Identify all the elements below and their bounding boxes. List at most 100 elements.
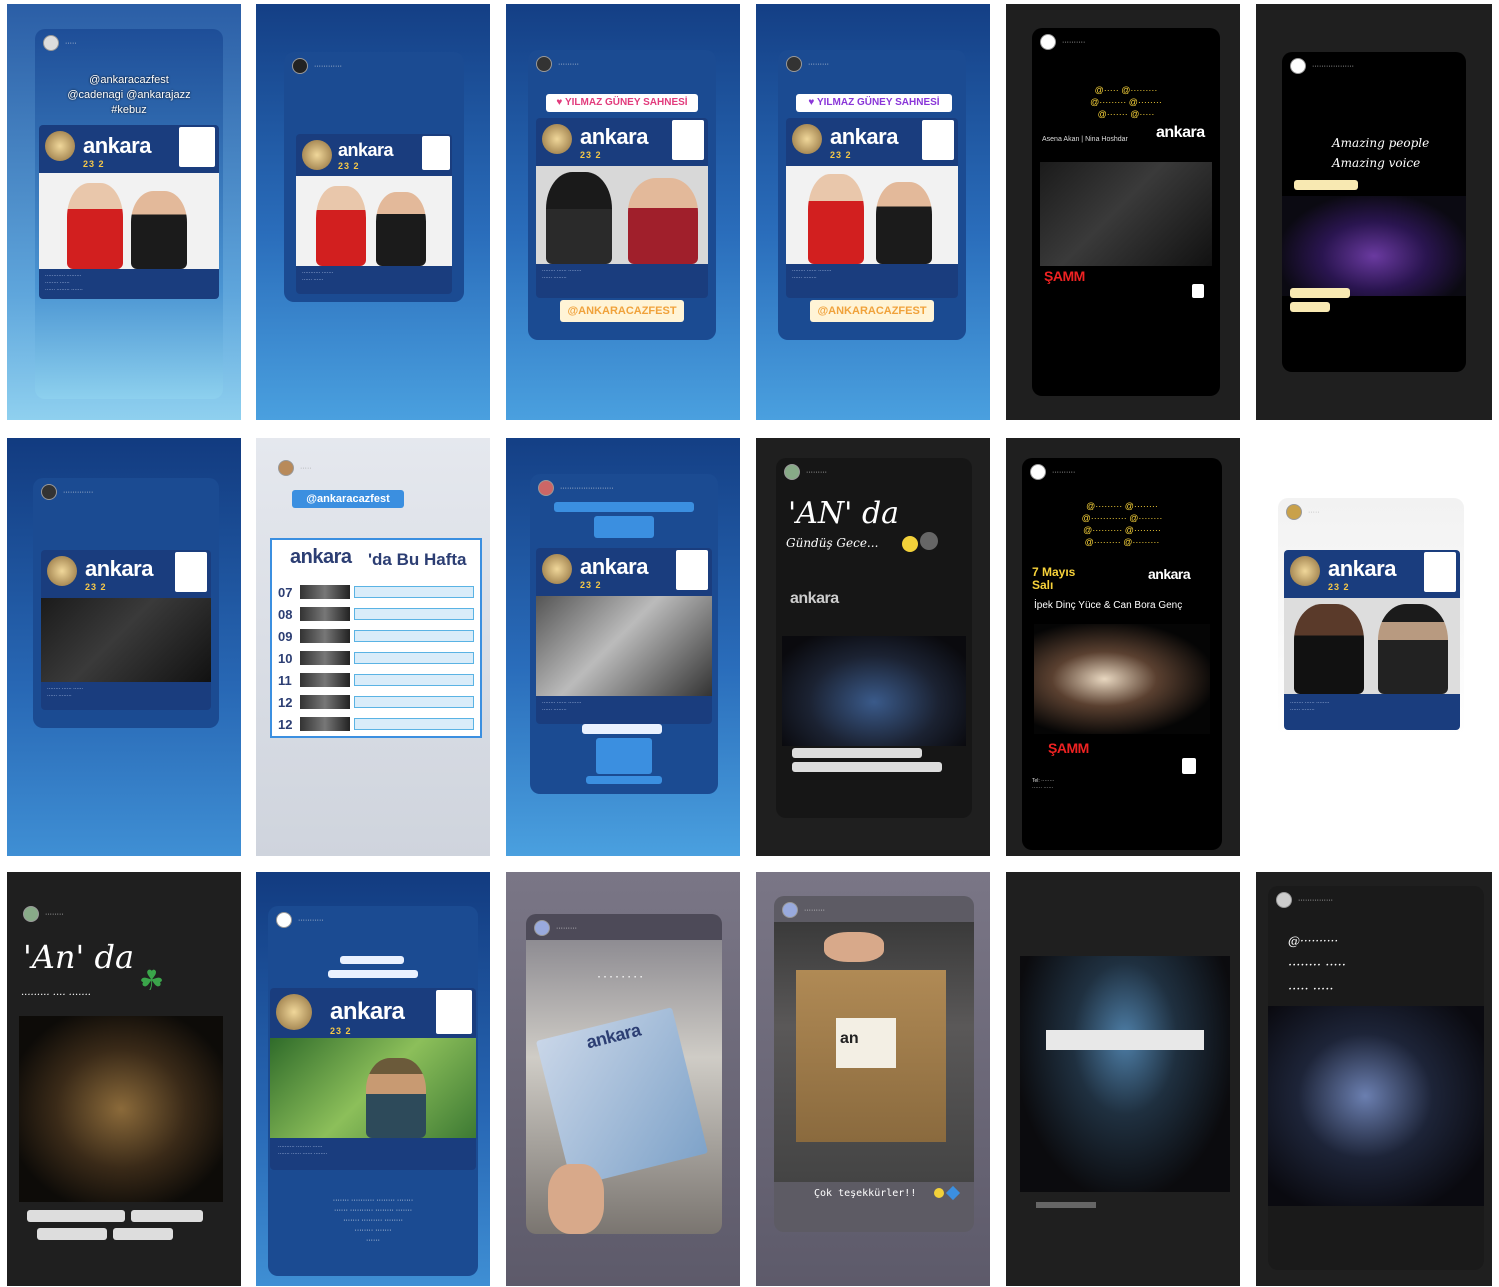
avatar (1030, 464, 1046, 480)
story-card-9[interactable]: ······················· ankara 23 2 ·····… (506, 438, 740, 856)
brand-title: ankara 23 2 (85, 556, 153, 592)
story-card-15[interactable]: ········· ········ ankara (506, 872, 740, 1286)
story-description: ······· ·········· ········ ······· ·····… (332, 1197, 414, 1244)
stage-photo (1282, 196, 1466, 296)
story-card-13[interactable]: ········ 'An' da ☘ ········· ···· ······… (7, 872, 241, 1286)
story-frame: ············· ankara 23 2 ········ ······… (33, 478, 219, 728)
story-card-5[interactable]: ·········· @····· @········· @········· @… (1006, 4, 1240, 420)
story-card-4[interactable]: ········· ♥ YILMAZ GÜNEY SAHNESİ ankara 2… (756, 4, 990, 420)
festival-logo-icon (302, 140, 332, 170)
text-sticker (1036, 1202, 1096, 1208)
poster-caption: ········ ······ ······ ······ ········ (47, 686, 84, 699)
story-header: ············· (41, 484, 93, 500)
script-line: Amazing voice (1332, 156, 1421, 170)
venue-info: Tel: ········ ······ ······ (1032, 778, 1055, 791)
story-card-3[interactable]: ········· ♥ YILMAZ GÜNEY SAHNESİ ankara 2… (506, 4, 740, 420)
script-title: 'An' da (23, 938, 135, 976)
story-header: ····· (43, 35, 77, 51)
avatar (276, 912, 292, 928)
avatar (1290, 58, 1306, 74)
text-sticker (1294, 180, 1358, 190)
sponsor-logo (1424, 552, 1456, 592)
text-sticker (792, 748, 922, 758)
poster-caption: ········ ······ ········ ······ ········ (792, 268, 832, 281)
artist-figure (366, 1058, 426, 1138)
poster-caption: ·········· ········· ······ ······· ·····… (278, 1144, 328, 1157)
artist-figure (808, 174, 864, 264)
story-frame: ······················· ankara 23 2 ·····… (530, 474, 718, 794)
story-card-1[interactable]: ····· @ankaracazfest @cadenagi @ankaraja… (7, 4, 241, 420)
username: ········ (45, 910, 64, 918)
username: ············· (63, 488, 94, 496)
text-sticker (792, 762, 942, 772)
script-subtitle: Gündüş Gece... (786, 536, 879, 550)
story-header: ··············· (1276, 892, 1333, 908)
text-sticker (1290, 302, 1330, 312)
username: ·················· (1312, 62, 1354, 70)
username: ··············· (1298, 896, 1333, 904)
brand-title: ankara (1156, 124, 1205, 141)
hashtag-text: @········· @········ @············ @·····… (1081, 501, 1163, 547)
festival-poster: ankara 23 2 ········ ······ ········ ·····… (786, 118, 958, 298)
event-date: 7 Mayıs Salı (1032, 565, 1076, 592)
stage-sticker: ♥ YILMAZ GÜNEY SAHNESİ (546, 94, 698, 112)
story-card-8[interactable]: ····· @ankaracazfest ankara 'da Bu Hafta… (256, 438, 490, 856)
festival-poster: ankara 23 2 ········ ······ ········ ·····… (536, 548, 712, 724)
hashtag-text: @ankaracazfest @cadenagi @ankarajazz #ke… (35, 73, 223, 118)
text-sticker (328, 970, 418, 978)
text-sticker (37, 1228, 107, 1240)
username: ······················· (560, 484, 614, 492)
stage-banner (1046, 1030, 1204, 1050)
story-header: ·················· (1290, 58, 1354, 74)
story-header: ····· (278, 460, 312, 476)
story-card-16[interactable]: ········· an Çok teşekkürler!! (756, 872, 990, 1286)
story-frame: ·········· @····· @········· @········· @… (1032, 28, 1220, 396)
brand-title: ankara 23 2 (83, 133, 151, 169)
story-card-2[interactable]: ············ ankara 23 2 ··········· ····… (256, 4, 490, 420)
username: ····· (1308, 508, 1320, 516)
script-title: 'AN' da (788, 496, 900, 531)
poster-caption: ········ ······ ········ ······ ········ (1290, 700, 1330, 713)
artist-figure (316, 186, 366, 266)
story-card-14[interactable]: ··········· ankara 23 2 ·········· ······… (256, 872, 490, 1286)
story-card-7[interactable]: ············· ankara 23 2 ········ ······… (7, 438, 241, 856)
story-card-6[interactable]: ·················· Amazing people Amazin… (1256, 4, 1492, 420)
qr-code-icon (1192, 284, 1204, 298)
script-line: @·········· (1288, 934, 1339, 948)
concert-photo (1040, 162, 1212, 266)
story-card-12[interactable]: ····· ankara 23 2 ········ ······ ·······… (1256, 438, 1492, 856)
story-header: ·········· (1030, 464, 1075, 480)
story-frame: ········· an Çok teşekkürler!! (774, 896, 974, 1232)
festival-poster: ankara 23 2 ·········· ········· ······ ··… (270, 988, 476, 1170)
festival-poster: ankara 23 2 ··········· ······· ······ ···… (296, 134, 452, 294)
festival-logo-icon (792, 124, 822, 154)
story-card-11[interactable]: ·········· @········· @········ @········… (1006, 438, 1240, 856)
concert-photo (19, 1016, 223, 1202)
festival-logo-icon (45, 131, 75, 161)
brand-title: ankara (290, 546, 352, 568)
username: ········· (556, 924, 577, 932)
brand-title: ankara 23 2 (330, 998, 405, 1036)
story-card-10[interactable]: ········· 'AN' da Gündüş Gece... ankara (756, 438, 990, 856)
username: ·········· (1062, 38, 1086, 46)
smile-emoji-icon (934, 1188, 944, 1198)
artist-photo (39, 173, 219, 269)
brand-title: ankara 23 2 (1328, 556, 1396, 592)
hashtag-text: @····· @········· @········· @········ @··… (1090, 85, 1162, 119)
footer-text: Çok teşekkürler!! (814, 1188, 917, 1199)
username: ·········· (1052, 468, 1076, 476)
poster-caption: ··········· ······· ······ ······ (302, 270, 334, 283)
festival-poster: ankara 23 2 ········ ······ ······ ······ … (41, 550, 211, 710)
story-header: ········· (782, 902, 825, 918)
sponsor-logo (922, 120, 954, 160)
artist-figure (131, 191, 187, 269)
story-card-17[interactable] (1006, 872, 1240, 1286)
avatar (1040, 34, 1056, 50)
avatar (786, 56, 802, 72)
festival-logo-icon (276, 994, 312, 1030)
script-subtitle: ········· ···· ······· (21, 990, 91, 1001)
story-frame: ·········· @········· @········ @········… (1022, 458, 1222, 850)
username: ········· (558, 60, 579, 68)
story-card-18[interactable]: ··············· @·········· ········ ···… (1256, 872, 1492, 1286)
artist-figure (1294, 604, 1364, 694)
